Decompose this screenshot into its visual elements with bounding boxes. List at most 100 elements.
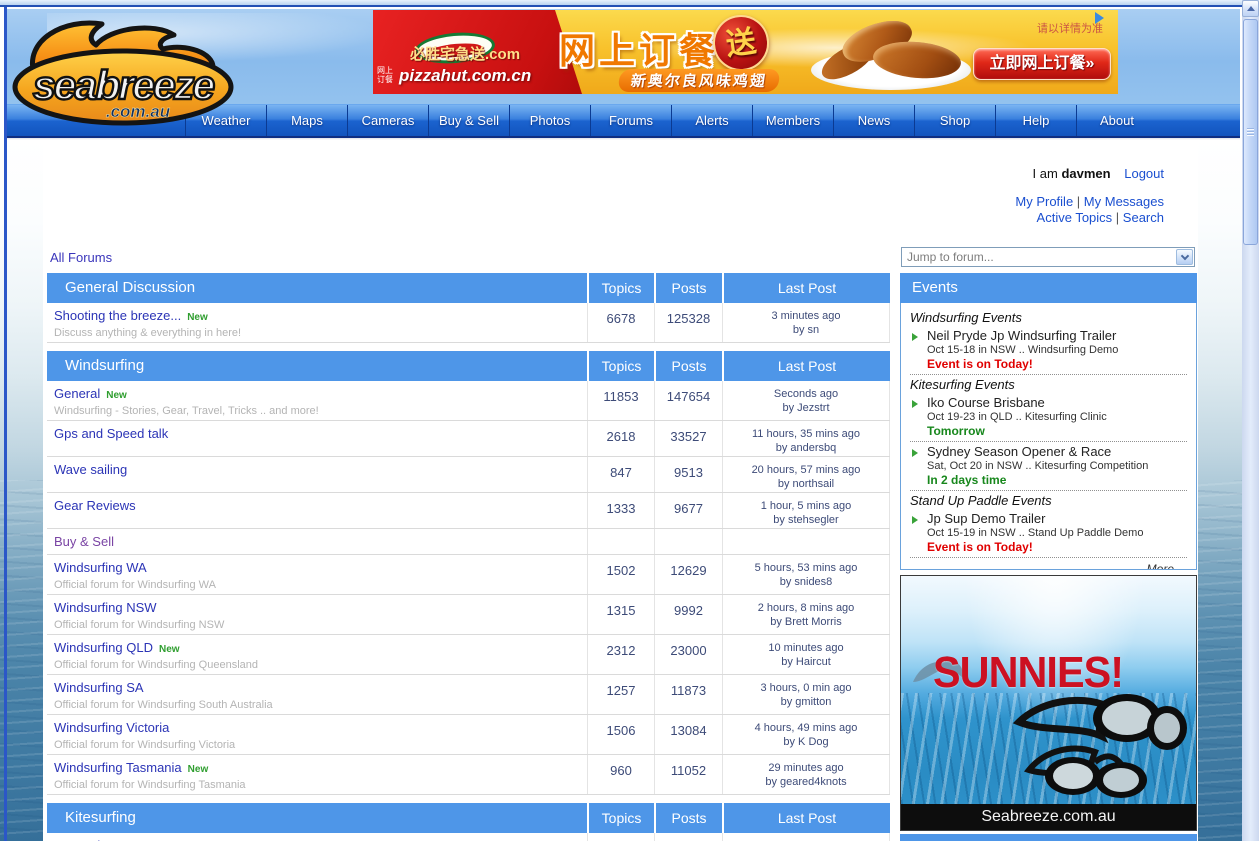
event-item: Neil Pryde Jp Windsurfing TrailerOct 15-… bbox=[910, 328, 1187, 375]
user-greeting: I am davmen Logout bbox=[1015, 166, 1164, 181]
forum-name-cell: Windsurfing QLDNewOfficial forum for Win… bbox=[47, 635, 587, 674]
forum-link[interactable]: Shooting the breeze... bbox=[54, 308, 181, 323]
ad-url: pizzahut.com.cn bbox=[399, 66, 531, 86]
nav-item-news[interactable]: News bbox=[833, 105, 914, 136]
topics-count: 11853 bbox=[587, 381, 654, 420]
all-forums-link[interactable]: All Forums bbox=[50, 250, 112, 265]
forum-link[interactable]: Windsurfing Victoria bbox=[54, 720, 169, 735]
topics-count: 2618 bbox=[587, 421, 654, 456]
forum-link[interactable]: Windsurfing WA bbox=[54, 560, 147, 575]
jump-to-forum-select[interactable]: Jump to forum... bbox=[901, 247, 1195, 267]
column-header-last-post: Last Post bbox=[722, 351, 890, 381]
user-link-search[interactable]: Search bbox=[1123, 210, 1164, 225]
forum-link[interactable]: Windsurfing QLD bbox=[54, 640, 153, 655]
forum-row: Gear Reviews133396771 hour, 5 mins agoby… bbox=[47, 493, 890, 529]
nav-item-shop[interactable]: Shop bbox=[914, 105, 995, 136]
forum-name-cell: Windsurfing NSWOfficial forum for Windsu… bbox=[47, 595, 587, 634]
user-link-my-profile[interactable]: My Profile bbox=[1015, 194, 1073, 209]
nav-item-photos[interactable]: Photos bbox=[509, 105, 590, 136]
event-group-label: Kitesurfing Events bbox=[910, 378, 1187, 392]
forum-name-cell: Wave sailing bbox=[47, 457, 587, 492]
ad-brand-text: 必胜宅急送.com bbox=[410, 43, 570, 64]
events-panel: Events Windsurfing EventsNeil Pryde Jp W… bbox=[900, 273, 1197, 570]
forum-link[interactable]: Gear Reviews bbox=[54, 498, 136, 513]
forum-link[interactable]: Wave sailing bbox=[54, 462, 127, 477]
forum-name-cell: GeneralNewWindsurfing - Stories, Gear, T… bbox=[47, 381, 587, 420]
nav-item-cameras[interactable]: Cameras bbox=[347, 105, 428, 136]
sunnies-ad[interactable]: SUNNIES! Seabreeze.com.au bbox=[900, 575, 1197, 831]
forum-row: GeneralNewWindsurfing - Stories, Gear, T… bbox=[47, 381, 890, 421]
user-links-row2: Active Topics | Search bbox=[1015, 210, 1164, 226]
separator: | bbox=[1073, 194, 1084, 209]
adchoices-icon[interactable] bbox=[1095, 12, 1104, 24]
last-post-time: 29 minutes ago bbox=[723, 761, 889, 775]
vertical-scrollbar[interactable] bbox=[1242, 0, 1259, 841]
event-title-link[interactable]: Sydney Season Opener & Race bbox=[927, 445, 1187, 459]
event-title-link[interactable]: Neil Pryde Jp Windsurfing Trailer bbox=[927, 329, 1187, 343]
last-post-time: 5 hours, 53 mins ago bbox=[723, 561, 889, 575]
seabreeze-logo[interactable]: seabreeze .com.au bbox=[6, 10, 241, 128]
posts-count: 33527 bbox=[654, 421, 722, 456]
forum-link[interactable]: General bbox=[54, 386, 100, 401]
forum-link[interactable]: Windsurfing SA bbox=[54, 680, 144, 695]
forum-subtitle: Official forum for Windsurfing Tasmania bbox=[54, 779, 587, 791]
topics-count: 1333 bbox=[587, 493, 654, 528]
nav-item-help[interactable]: Help bbox=[995, 105, 1076, 136]
last-post-time: 3 hours, 0 min ago bbox=[723, 681, 889, 695]
ad-headline: 网上订餐 bbox=[559, 22, 719, 74]
event-bullet-icon bbox=[912, 333, 918, 341]
chevron-down-icon[interactable] bbox=[1176, 249, 1193, 265]
forum-link[interactable]: Buy & Sell bbox=[54, 534, 114, 549]
scrollbar-thumb[interactable] bbox=[1243, 19, 1258, 245]
new-badge: New bbox=[106, 390, 127, 401]
column-header-topics: Topics bbox=[587, 273, 654, 303]
nav-item-about[interactable]: About bbox=[1076, 105, 1157, 136]
last-post-cell: 3 hours, 0 min agoby gmitton bbox=[722, 675, 890, 714]
events-more-link[interactable]: More... bbox=[910, 560, 1187, 570]
topics-count: 847 bbox=[587, 457, 654, 492]
section-title: Windsurfing bbox=[47, 351, 587, 381]
posts-count: 23000 bbox=[654, 635, 722, 674]
forum-link[interactable]: Windsurfing NSW bbox=[54, 600, 157, 615]
nav-item-maps[interactable]: Maps bbox=[266, 105, 347, 136]
separator: | bbox=[1112, 210, 1123, 225]
logout-link[interactable]: Logout bbox=[1124, 166, 1164, 181]
last-post-cell: Seconds agoby Jezstrt bbox=[722, 381, 890, 420]
user-link-my-messages[interactable]: My Messages bbox=[1084, 194, 1164, 209]
scroll-up-button[interactable] bbox=[1242, 0, 1259, 17]
ad-order-stack: 网上 订餐 bbox=[377, 66, 393, 84]
logo-domain-text: .com.au bbox=[106, 102, 171, 121]
top-frame-strip bbox=[0, 0, 1259, 7]
event-group-label: Stand Up Paddle Events bbox=[910, 494, 1187, 508]
event-status: In 2 days time bbox=[927, 474, 1187, 487]
nav-item-buy-sell[interactable]: Buy & Sell bbox=[428, 105, 509, 136]
forum-row: GeneralNewKitesurfing - Where, What, Whe… bbox=[47, 833, 890, 841]
nav-item-alerts[interactable]: Alerts bbox=[671, 105, 752, 136]
last-post-time: 4 hours, 49 mins ago bbox=[723, 721, 889, 735]
last-post-author: by geared4knots bbox=[723, 775, 889, 789]
event-bullet-icon bbox=[912, 516, 918, 524]
last-post-cell: 1 hour, 5 mins agoby stehsegler bbox=[722, 493, 890, 528]
forum-subtitle: Official forum for Windsurfing Queenslan… bbox=[54, 659, 587, 671]
forum-name-cell: Windsurfing VictoriaOfficial forum for W… bbox=[47, 715, 587, 754]
nav-item-forums[interactable]: Forums bbox=[590, 105, 671, 136]
last-post-cell: 29 minutes agoby geared4knots bbox=[722, 755, 890, 794]
event-title-link[interactable]: Jp Sup Demo Trailer bbox=[927, 512, 1187, 526]
last-post-author: by Haircut bbox=[723, 655, 889, 669]
event-title-link[interactable]: Iko Course Brisbane bbox=[927, 396, 1187, 410]
forum-row: Gps and Speed talk26183352711 hours, 35 … bbox=[47, 421, 890, 457]
user-link-active-topics[interactable]: Active Topics bbox=[1037, 210, 1113, 225]
ad-cta-button[interactable]: 立即网上订餐» bbox=[973, 48, 1111, 80]
sunglasses-image bbox=[1009, 684, 1189, 800]
forum-row: Windsurfing SAOfficial forum for Windsur… bbox=[47, 675, 890, 715]
last-post-cell: 5 hours, 53 mins agoby snides8 bbox=[722, 555, 890, 594]
last-post-author: by northsail bbox=[723, 477, 889, 491]
forum-link[interactable]: Windsurfing Tasmania bbox=[54, 760, 182, 775]
forum-row: Windsurfing NSWOfficial forum for Windsu… bbox=[47, 595, 890, 635]
sunnies-footer: Seabreeze.com.au bbox=[901, 804, 1196, 830]
forum-link[interactable]: Gps and Speed talk bbox=[54, 426, 168, 441]
last-post-time: 2 hours, 8 mins ago bbox=[723, 601, 889, 615]
nav-item-members[interactable]: Members bbox=[752, 105, 833, 136]
last-post-cell: 20 hours, 57 mins agoby northsail bbox=[722, 457, 890, 492]
top-banner-ad[interactable]: 必胜宅急送.com 网上 订餐 pizzahut.com.cn 网上订餐 送 新… bbox=[373, 10, 1118, 94]
